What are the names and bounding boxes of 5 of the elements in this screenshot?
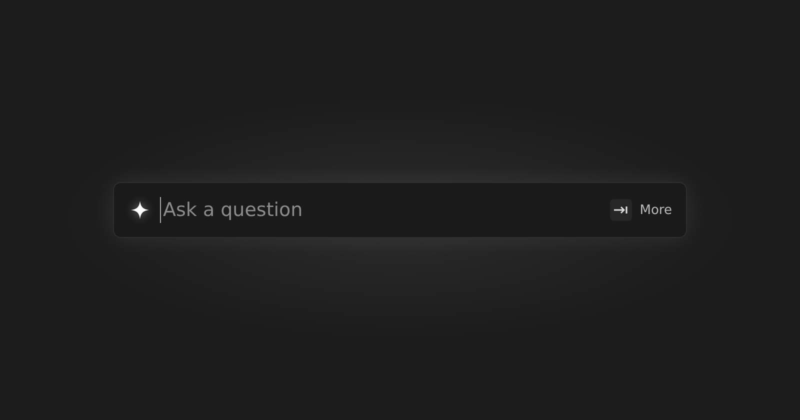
tab-key-icon (614, 206, 628, 214)
more-button[interactable]: More (610, 199, 672, 221)
question-field[interactable]: Ask a question More (113, 182, 687, 238)
question-input[interactable]: Ask a question (160, 197, 600, 223)
sparkle-icon (130, 200, 150, 220)
